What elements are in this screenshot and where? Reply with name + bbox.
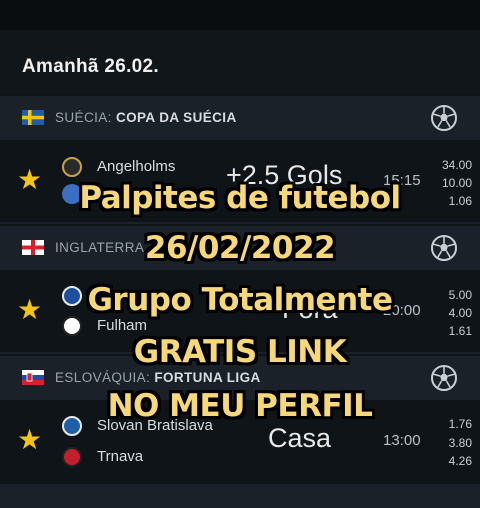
overlay-line: Palpites de futebol	[79, 180, 401, 216]
league-name: SUÉCIA: COPA DA SUÉCIA	[55, 110, 237, 125]
bottom-bar	[0, 484, 480, 508]
slovakia-flag-icon	[22, 370, 44, 385]
date-title: Amanhã 26.02.	[22, 56, 159, 77]
overlay-line: Grupo Totalmente	[87, 282, 393, 318]
sweden-flag-icon	[22, 110, 44, 125]
league-header-sweden[interactable]: SUÉCIA: COPA DA SUÉCIA	[0, 96, 480, 140]
odd-away[interactable]: 4.26	[422, 454, 472, 468]
date-header: Amanhã 26.02.	[0, 30, 480, 94]
divider	[0, 222, 480, 224]
favorite-star-icon[interactable]: ★	[17, 426, 42, 454]
overlay-line: 26/02/2022	[144, 230, 336, 266]
team-crest-icon	[62, 447, 82, 467]
odd-home[interactable]: 34.00	[422, 158, 472, 172]
overlay-line: GRATIS LINK	[133, 334, 347, 370]
overlay-line: NO MEU PERFIL	[107, 388, 373, 424]
team-crest-icon	[62, 316, 82, 336]
odd-draw[interactable]: 3.80	[422, 436, 472, 450]
soccer-ball-icon[interactable]	[430, 104, 458, 132]
match-time: 13:00	[383, 432, 421, 449]
tip-label: Casa	[268, 423, 332, 453]
status-bar	[0, 0, 480, 30]
league-name: ESLOVÁQUIA: FORTUNA LIGA	[55, 370, 261, 385]
team-crest-icon	[62, 157, 82, 177]
